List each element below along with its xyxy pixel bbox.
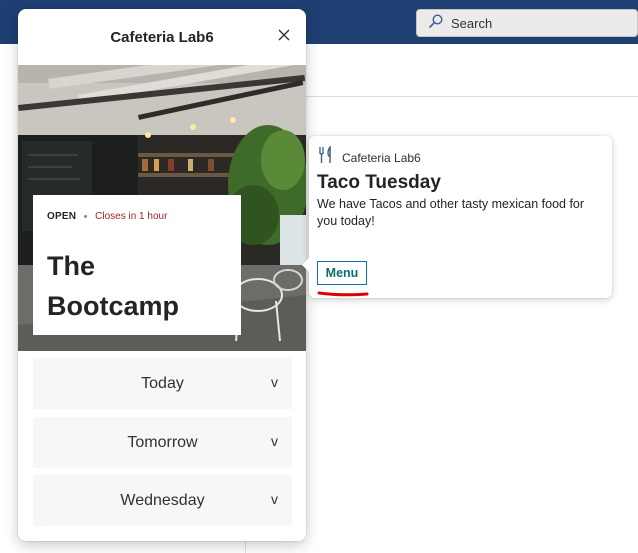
open-label: OPEN xyxy=(47,211,77,222)
day-row-today[interactable]: Today v xyxy=(33,358,292,409)
day-row-wednesday[interactable]: Wednesday v xyxy=(33,475,292,526)
search-placeholder: Search xyxy=(451,15,493,31)
open-status: OPEN Closes in 1 hour xyxy=(47,211,227,222)
card-pointer xyxy=(302,257,310,273)
search-icon xyxy=(429,13,443,33)
day-label: Tomorrow xyxy=(127,433,198,451)
day-label: Today xyxy=(141,374,184,392)
page-divider xyxy=(306,96,638,97)
panel-title: Cafeteria Lab6 xyxy=(110,28,214,46)
venue-name: The Bootcamp xyxy=(47,251,180,321)
day-label: Wednesday xyxy=(120,491,205,509)
card-header: Cafeteria Lab6 xyxy=(318,145,421,169)
cafeteria-panel: Cafeteria Lab6 OPEN Closes in 1 hour The… xyxy=(18,9,306,541)
chevron-down-icon: v xyxy=(271,491,278,507)
chevron-down-icon: v xyxy=(271,433,278,449)
panel-header: Cafeteria Lab6 xyxy=(18,9,306,65)
card-title: Taco Tuesday xyxy=(317,172,441,193)
menu-button[interactable]: Menu xyxy=(317,261,367,285)
column-divider xyxy=(245,540,246,553)
separator-dot xyxy=(84,215,88,218)
card-source: Cafeteria Lab6 xyxy=(342,150,421,165)
search-box[interactable]: Search xyxy=(416,9,638,37)
venue-info-card: OPEN Closes in 1 hour The Bootcamp xyxy=(33,195,241,335)
fork-knife-icon xyxy=(318,145,334,169)
cafeteria-photo: OPEN Closes in 1 hour The Bootcamp xyxy=(18,65,306,351)
close-icon[interactable] xyxy=(276,27,292,43)
closing-time: Closes in 1 hour xyxy=(95,211,168,222)
chevron-down-icon: v xyxy=(271,374,278,390)
taco-tuesday-card: Cafeteria Lab6 Taco Tuesday We have Taco… xyxy=(302,136,612,298)
day-row-tomorrow[interactable]: Tomorrow v xyxy=(33,417,292,468)
annotation-underline xyxy=(317,291,369,297)
card-body: We have Tacos and other tasty mexican fo… xyxy=(317,197,585,228)
